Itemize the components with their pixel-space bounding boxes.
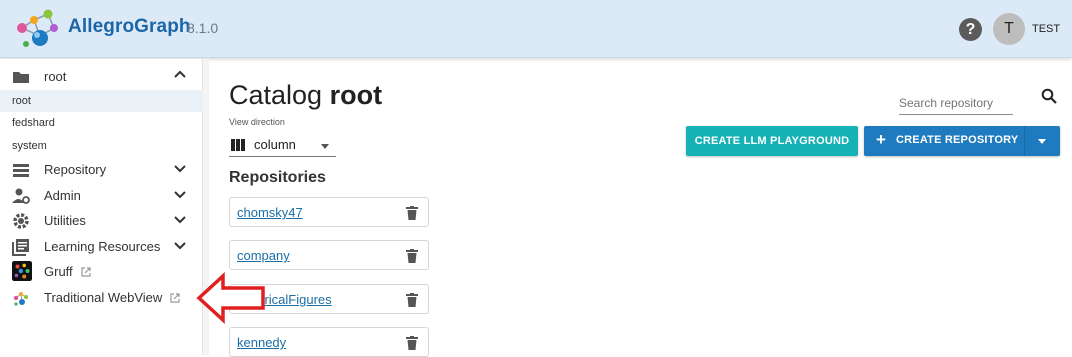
- annotation-arrow-icon: [196, 272, 265, 324]
- repositories-heading: Repositories: [229, 169, 326, 186]
- repository-card: company: [229, 240, 429, 270]
- sidebar-catalog-selector[interactable]: root: [0, 64, 203, 88]
- allegrograph-logo-icon[interactable]: [14, 6, 64, 52]
- sidebar-item-label: Repository: [44, 162, 107, 177]
- trash-icon[interactable]: [406, 249, 418, 263]
- sidebar-item-label: Utilities: [44, 213, 86, 228]
- sidebar-catalog-fedshard[interactable]: fedshard: [0, 112, 203, 134]
- webview-icon: [13, 292, 28, 306]
- repository-link[interactable]: kennedy: [237, 335, 286, 350]
- repository-card: chomsky47: [229, 197, 429, 227]
- chevron-down-icon[interactable]: [173, 161, 187, 175]
- sidebar-catalog-label: root: [12, 95, 31, 107]
- trash-icon[interactable]: [406, 336, 418, 350]
- sidebar-item-utilities[interactable]: Utilities: [0, 208, 203, 232]
- gruff-icon: [12, 261, 32, 281]
- sidebar-item-label: Gruff: [44, 264, 91, 279]
- search-icon[interactable]: [1041, 88, 1057, 104]
- version-label: 8.1.0: [187, 20, 219, 36]
- external-link-icon: [170, 293, 180, 303]
- sidebar-item-traditional-webview[interactable]: Traditional WebView: [0, 285, 203, 309]
- storage-icon: [13, 164, 29, 177]
- create-repository-label: CREATE REPOSITORY: [896, 134, 1019, 146]
- username-label[interactable]: TEST: [1032, 23, 1060, 35]
- dropdown-caret-icon: [321, 144, 329, 149]
- library-icon: [12, 239, 29, 256]
- brand-name: AllegroGraph: [68, 16, 191, 37]
- sidebar-item-label: Traditional WebView: [44, 290, 180, 305]
- page-title-catalog: root: [329, 80, 383, 110]
- page-title-prefix: Catalog: [229, 80, 323, 110]
- chevron-down-icon[interactable]: [173, 187, 187, 201]
- sidebar-catalog-system[interactable]: system: [0, 135, 203, 157]
- app-header: AllegroGraph 8.1.0 ? T TEST: [0, 0, 1072, 58]
- create-llm-playground-button[interactable]: CREATE LLM PLAYGROUND: [686, 126, 858, 156]
- view-direction-select[interactable]: column: [229, 133, 336, 157]
- avatar[interactable]: T: [993, 13, 1025, 45]
- sidebar-catalog-root[interactable]: root: [0, 90, 203, 112]
- repository-link[interactable]: chomsky47: [237, 205, 303, 220]
- repository-card: kennedy: [229, 327, 429, 357]
- search-input[interactable]: [899, 89, 1013, 113]
- sidebar-item-repository[interactable]: Repository: [0, 157, 203, 181]
- admin-icon: [12, 188, 30, 204]
- external-link-icon: [81, 267, 91, 277]
- chevron-up-icon[interactable]: [173, 68, 187, 82]
- help-icon[interactable]: ?: [959, 18, 982, 41]
- split-divider: [1024, 126, 1025, 156]
- sidebar-item-label: Learning Resources: [44, 239, 161, 254]
- view-direction-value: column: [254, 137, 296, 152]
- sidebar: root root fedshard system Repository Adm…: [0, 59, 203, 355]
- chevron-down-icon[interactable]: [173, 238, 187, 252]
- traditional-webview-label: Traditional WebView: [44, 290, 163, 305]
- page-title: Catalog root: [229, 80, 382, 111]
- sidebar-item-gruff[interactable]: Gruff: [0, 259, 203, 283]
- trash-icon[interactable]: [406, 293, 418, 307]
- plus-icon: +: [876, 130, 886, 149]
- chevron-down-icon[interactable]: [173, 212, 187, 226]
- gruff-label: Gruff: [44, 264, 73, 279]
- sidebar-catalog-label: root: [44, 69, 67, 84]
- search-field[interactable]: [899, 89, 1013, 115]
- sidebar-catalog-label: system: [12, 140, 47, 152]
- folder-icon: [13, 72, 29, 83]
- sidebar-catalog-label: fedshard: [12, 117, 55, 129]
- repository-link[interactable]: company: [237, 248, 290, 263]
- gear-icon: [13, 213, 29, 229]
- sidebar-item-label: Admin: [44, 188, 81, 203]
- sidebar-item-learning-resources[interactable]: Learning Resources: [0, 234, 203, 258]
- create-repository-button[interactable]: + CREATE REPOSITORY: [864, 126, 1060, 156]
- trash-icon[interactable]: [406, 206, 418, 220]
- view-direction-label: View direction: [229, 117, 285, 127]
- dropdown-caret-icon[interactable]: [1038, 139, 1046, 144]
- columns-icon: [231, 139, 245, 151]
- sidebar-item-admin[interactable]: Admin: [0, 183, 203, 207]
